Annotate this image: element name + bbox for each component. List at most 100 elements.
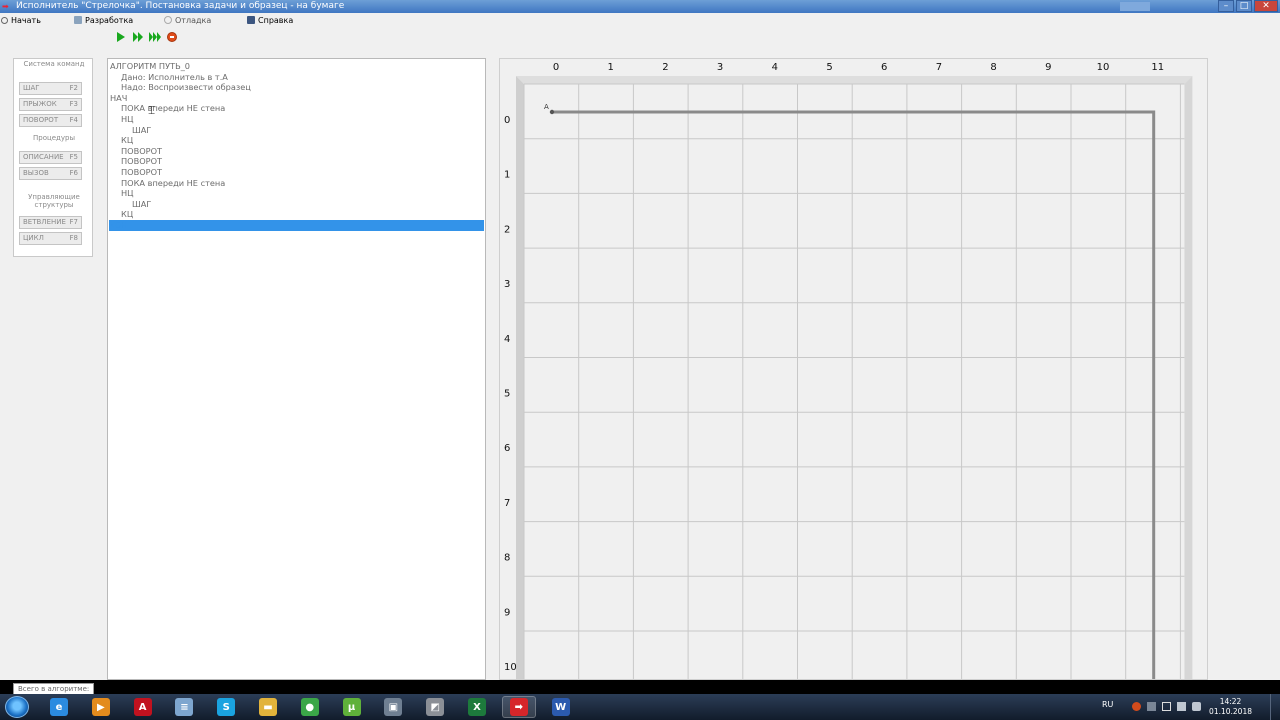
menu-develop[interactable]: Разработка [74, 14, 133, 28]
taskbar-app-button[interactable]: ▶ [84, 696, 118, 718]
clock[interactable]: 14:22 01.10.2018 [1209, 697, 1252, 717]
frame-right [1184, 76, 1193, 679]
run-fast-icon [148, 32, 161, 42]
run-button[interactable] [114, 31, 127, 44]
field-grid: 0 1 2 3 4 5 6 7 8 9 10 11 0 1 2 3 4 5 6 7 8 9 10 А [504, 62, 1193, 679]
turn-command-button[interactable]: ПОВОРОТ F4 [19, 114, 82, 127]
row-label: 0 [504, 115, 510, 126]
start-button[interactable] [5, 696, 29, 718]
arrow-app-icon: ➡ [509, 698, 528, 716]
word-icon: W [551, 698, 570, 716]
menu-start-label: Начать [11, 16, 41, 25]
tray-tool-icon[interactable] [1132, 702, 1141, 711]
describe-command-label: ОПИСАНИЕ [23, 153, 64, 161]
code-line[interactable]: АЛГОРИТМ ПУТЬ_0 [110, 61, 190, 72]
column-label: 2 [662, 62, 668, 73]
taskbar-app-button[interactable]: ▬ [251, 696, 285, 718]
network-icon: ▣ [384, 698, 403, 716]
row-label: 8 [504, 553, 510, 564]
taskbar: RU 14:22 01.10.2018 e ▶ A ≡ S ▬ ● µ ▣ ◩ X ➡ W [0, 694, 1280, 720]
close-button[interactable]: ✕ [1254, 0, 1278, 12]
frame-left [516, 76, 524, 679]
fast-run-button[interactable] [148, 31, 161, 44]
app-arrow-icon: ➡ [2, 2, 9, 11]
code-line-selected[interactable]: КОН [109, 220, 484, 231]
taskbar-app-button[interactable]: W [544, 696, 578, 718]
step-run-button[interactable] [131, 31, 144, 44]
code-line[interactable]: ПОВОРОТ [110, 167, 162, 178]
start-point [549, 109, 555, 115]
column-label: 4 [772, 62, 778, 73]
code-line[interactable]: НАЧ [110, 93, 127, 104]
taskbar-app-button[interactable]: ➡ [501, 696, 536, 718]
step-icon [132, 32, 143, 42]
show-desktop-button[interactable] [1270, 694, 1280, 720]
row-label: 10 [504, 662, 517, 673]
program-editor[interactable]: АЛГОРИТМ ПУТЬ_0 Дано: Исполнитель в т.А На… [107, 58, 486, 680]
system-commands-title: Система команд [23, 60, 85, 68]
tray-volume-icon[interactable] [1192, 702, 1201, 711]
jump-command-key: F3 [69, 100, 78, 108]
call-command-key: F6 [69, 169, 78, 177]
code-line[interactable]: ПОКА впереди НЕ стена [110, 178, 225, 189]
code-line[interactable]: КЦ [110, 209, 133, 220]
column-label: 9 [1045, 62, 1051, 73]
titlebar-decoration [1120, 2, 1150, 11]
taskbar-app-button[interactable]: ≡ [167, 696, 201, 718]
row-label: 4 [504, 334, 510, 345]
code-line[interactable]: ПОВОРОТ [110, 146, 162, 157]
column-label: 8 [990, 62, 996, 73]
code-line[interactable]: КЦ [110, 135, 133, 146]
utorrent-icon: µ [342, 698, 361, 716]
menu-start[interactable]: Начать [1, 14, 41, 28]
language-indicator[interactable]: RU [1102, 700, 1113, 709]
ie-icon: e [50, 698, 68, 716]
code-line[interactable]: ПОКА впереди НЕ стена [110, 103, 225, 114]
taskbar-app-button[interactable]: ▣ [376, 696, 410, 718]
maximize-button[interactable]: □ [1236, 0, 1252, 12]
code-line[interactable]: НЦ [110, 114, 134, 125]
taskbar-app-button[interactable]: A [126, 696, 160, 718]
jump-command-button[interactable]: ПРЫЖОК F3 [19, 98, 82, 111]
run-toolbar [114, 30, 178, 44]
tray-network-icon[interactable] [1177, 702, 1186, 711]
code-line[interactable]: ШАГ [110, 125, 151, 136]
tray-flag-icon[interactable] [1162, 702, 1171, 711]
folder-icon: ▬ [259, 698, 277, 716]
clock-time: 14:22 [1219, 697, 1242, 706]
procedures-title: Процедуры [32, 134, 75, 142]
stop-button[interactable] [165, 31, 178, 44]
control-structures-title: Управляющие структуры [28, 193, 80, 209]
menu-debug-label: Отладка [175, 16, 212, 25]
code-line[interactable]: Дано: Исполнитель в т.А [110, 72, 228, 83]
taskbar-app-button[interactable]: S [209, 696, 243, 718]
chrome-icon: ● [300, 698, 319, 716]
loop-command-button[interactable]: ЦИКЛ F8 [19, 232, 82, 245]
code-line[interactable]: Надо: Воспроизвести образец [110, 82, 251, 93]
taskbar-app-button[interactable]: e [42, 696, 76, 718]
branch-command-label: ВЕТВЛЕНИЕ [23, 218, 66, 226]
menu-help[interactable]: Справка [247, 14, 293, 28]
taskbar-app-button[interactable]: ◩ [418, 696, 452, 718]
call-command-button[interactable]: ВЫЗОВ F6 [19, 167, 82, 180]
tray-monitor-icon[interactable] [1147, 702, 1156, 711]
code-line[interactable]: ШАГ [110, 199, 151, 210]
turn-command-label: ПОВОРОТ [23, 116, 59, 124]
taskbar-app-button[interactable]: ● [293, 696, 327, 718]
menu-debug[interactable]: Отладка [164, 14, 211, 28]
tray-icons [1132, 702, 1201, 711]
code-line[interactable]: ПОВОРОТ [110, 156, 162, 167]
code-line[interactable]: НЦ [110, 188, 134, 199]
branch-command-button[interactable]: ВЕТВЛЕНИЕ F7 [19, 216, 82, 229]
loop-command-label: ЦИКЛ [23, 234, 44, 242]
column-label: 0 [553, 62, 559, 73]
start-point-label: А [544, 103, 549, 111]
step-command-button[interactable]: ШАГ F2 [19, 82, 82, 95]
clock-date: 01.10.2018 [1209, 707, 1252, 716]
field-background [524, 84, 1185, 679]
taskbar-app-button[interactable]: µ [335, 696, 369, 718]
minimize-button[interactable]: – [1218, 0, 1234, 12]
taskbar-app-button[interactable]: X [460, 696, 494, 718]
describe-command-button[interactable]: ОПИСАНИЕ F5 [19, 151, 82, 164]
command-panel: Система команд ШАГ F2 ПРЫЖОК F3 ПОВОРОТ F4 … [13, 58, 93, 257]
